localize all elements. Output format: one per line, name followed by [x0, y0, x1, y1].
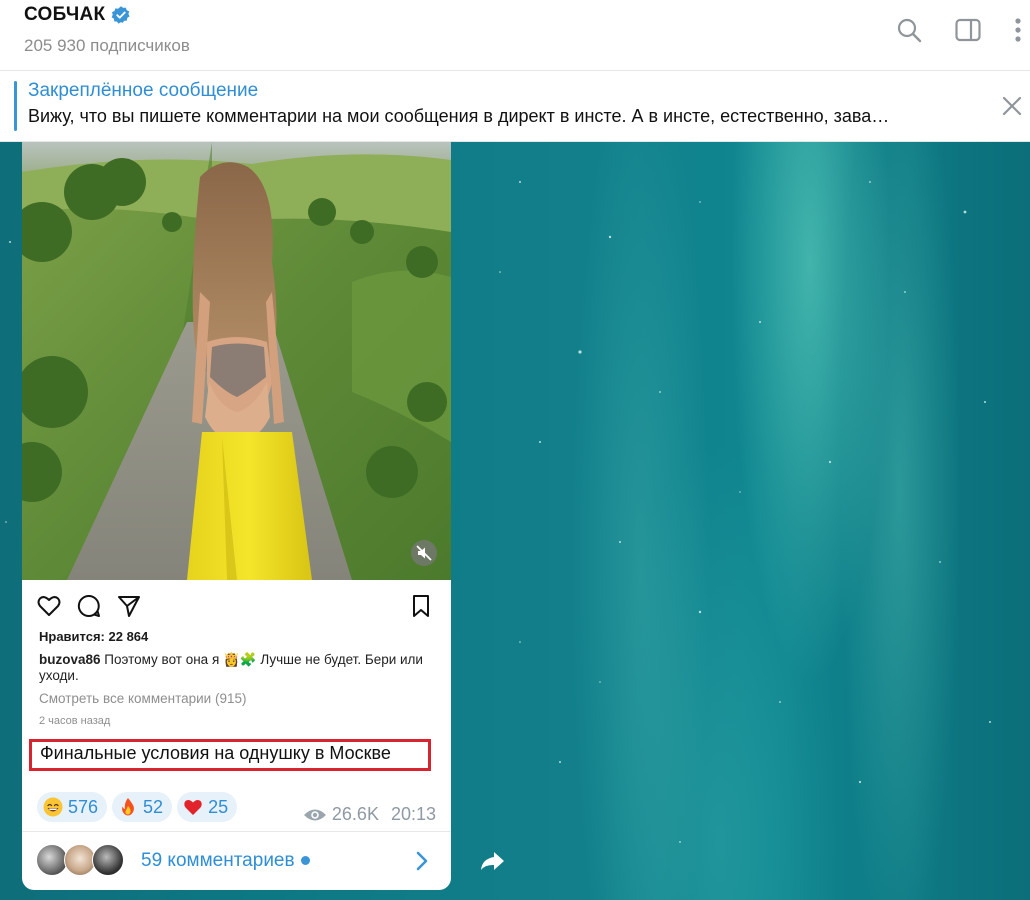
post-photo[interactable]	[22, 142, 451, 580]
view-count: 26.6K	[331, 804, 379, 824]
unread-dot	[300, 856, 310, 866]
caption-username[interactable]: buzova86	[39, 652, 101, 667]
sidebar-toggle-icon[interactable]	[954, 16, 982, 44]
commenter-avatars	[36, 844, 126, 878]
reaction-count: 25	[208, 796, 229, 817]
pinned-accent-bar	[14, 81, 17, 131]
reaction-grinning[interactable]: 576	[37, 792, 108, 822]
close-icon[interactable]	[1000, 94, 1024, 118]
pinned-message-bar[interactable]: Закреплённое сообщение Вижу, что вы пише…	[0, 71, 1030, 142]
reaction-count: 52	[143, 796, 164, 817]
heart-icon[interactable]	[36, 593, 62, 619]
reaction-heart[interactable]: 25	[177, 792, 238, 822]
instagram-caption: buzova86 Поэтому вот она я 👸🧩 Лучше не б…	[39, 652, 439, 684]
channel-title-row[interactable]: СОБЧАК	[24, 4, 131, 26]
chat-header: СОБЧАК 205 930 подписчиков	[0, 0, 1030, 71]
photo-illustration	[22, 142, 451, 580]
grinning-face-icon	[43, 797, 63, 817]
pinned-text: Вижу, что вы пишете комментарии на мои с…	[28, 106, 890, 126]
post-meta: 26.6K 20:13	[303, 804, 436, 825]
subscriber-count: 205 930 подписчиков	[24, 36, 190, 55]
share-direct-icon[interactable]	[116, 593, 142, 619]
post-time: 20:13	[390, 804, 436, 824]
instagram-time-ago: 2 часов назад	[39, 715, 111, 727]
forward-icon[interactable]	[476, 845, 508, 877]
avatar	[92, 844, 124, 876]
pinned-title: Закреплённое сообщение	[28, 80, 259, 101]
eye-icon	[303, 809, 326, 820]
channel-post[interactable]: Нравится: 22 864 buzova86 Поэтому вот он…	[22, 142, 451, 890]
fire-icon	[122, 798, 134, 816]
red-heart-icon	[184, 800, 202, 815]
reaction-count: 576	[68, 796, 99, 817]
chevron-right-icon[interactable]	[413, 849, 431, 873]
bookmark-icon[interactable]	[408, 593, 434, 619]
comments-button[interactable]: 59 комментариев	[22, 832, 451, 890]
more-vertical-icon[interactable]	[1004, 16, 1030, 44]
instagram-actions	[36, 593, 436, 619]
comments-label: 59 комментариев	[141, 850, 310, 872]
sound-off-icon[interactable]	[411, 540, 437, 566]
post-text: Финальные условия на однушку в Москве	[29, 739, 431, 771]
reactions-bar: 576 52 25	[37, 792, 242, 822]
view-all-comments-link: Смотреть все комментарии (915)	[39, 691, 247, 706]
likes-count: Нравится: 22 864	[39, 629, 149, 644]
verified-badge-icon	[112, 6, 130, 24]
search-icon[interactable]	[895, 16, 923, 44]
reaction-fire[interactable]: 52	[112, 792, 173, 822]
comments-count-text: 59 комментариев	[141, 850, 295, 871]
comment-icon[interactable]	[76, 593, 102, 619]
channel-name[interactable]: СОБЧАК	[24, 4, 105, 26]
